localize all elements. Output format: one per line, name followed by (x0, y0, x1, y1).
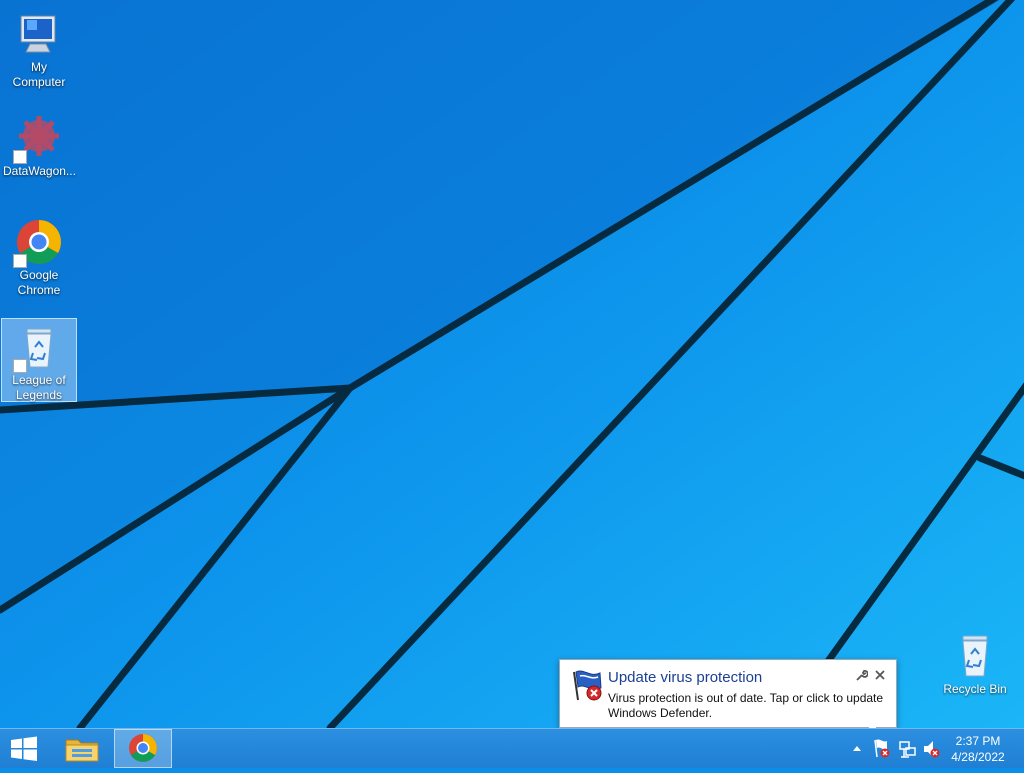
file-explorer-icon (65, 739, 99, 762)
taskbar: 2:37 PM 4/28/2022 (0, 728, 1024, 768)
desktop-wallpaper (0, 0, 1024, 728)
shortcut-arrow-icon (13, 150, 27, 164)
shortcut-arrow-icon (13, 359, 27, 373)
recycle-bin-icon (962, 635, 988, 677)
desktop-icon-label: Google Chrome (17, 268, 61, 297)
desktop-icon-label: My Computer (12, 60, 66, 89)
desktop-icon-google-chrome[interactable]: Google Chrome (1, 214, 77, 298)
network-icon[interactable] (896, 729, 918, 768)
desktop-icon-my-computer[interactable]: My Computer (1, 6, 77, 90)
action-center-error-icon[interactable] (870, 729, 892, 768)
volume-muted-icon[interactable] (920, 729, 942, 768)
start-button[interactable] (0, 729, 48, 768)
wrench-options-icon[interactable] (854, 669, 868, 683)
desktop-icon-label: League of Legends (12, 373, 66, 402)
show-hidden-icons-icon[interactable] (850, 729, 864, 768)
notification-balloon[interactable]: Update virus protection Virus protection… (559, 659, 897, 728)
close-icon[interactable] (873, 668, 887, 682)
notification-message: Virus protection is out of date. Tap or … (608, 691, 884, 720)
notification-title: Update virus protection (608, 669, 763, 686)
desktop-icon-label: Recycle Bin (943, 682, 1007, 696)
desktop-icon-label: DataWagon... (3, 164, 76, 178)
defender-flag-error-icon (573, 670, 602, 701)
desktop-icon-league-of-legends[interactable]: League of Legends (1, 318, 77, 402)
clock-date: 4/28/2022 (951, 750, 1005, 764)
desktop-icon-recycle-bin[interactable]: Recycle Bin (937, 628, 1013, 697)
clock-time: 2:37 PM (955, 734, 1001, 748)
start-icon (11, 736, 37, 761)
taskbar-clock[interactable]: 2:37 PM 4/28/2022 (940, 733, 1016, 765)
chrome-icon (129, 734, 157, 762)
computer-icon (20, 15, 56, 53)
taskbar-google-chrome[interactable] (114, 729, 172, 768)
taskbar-file-explorer[interactable] (56, 729, 108, 768)
desktop-icon-datawagon[interactable]: DataWagon... (1, 110, 77, 179)
shortcut-arrow-icon (13, 254, 27, 268)
